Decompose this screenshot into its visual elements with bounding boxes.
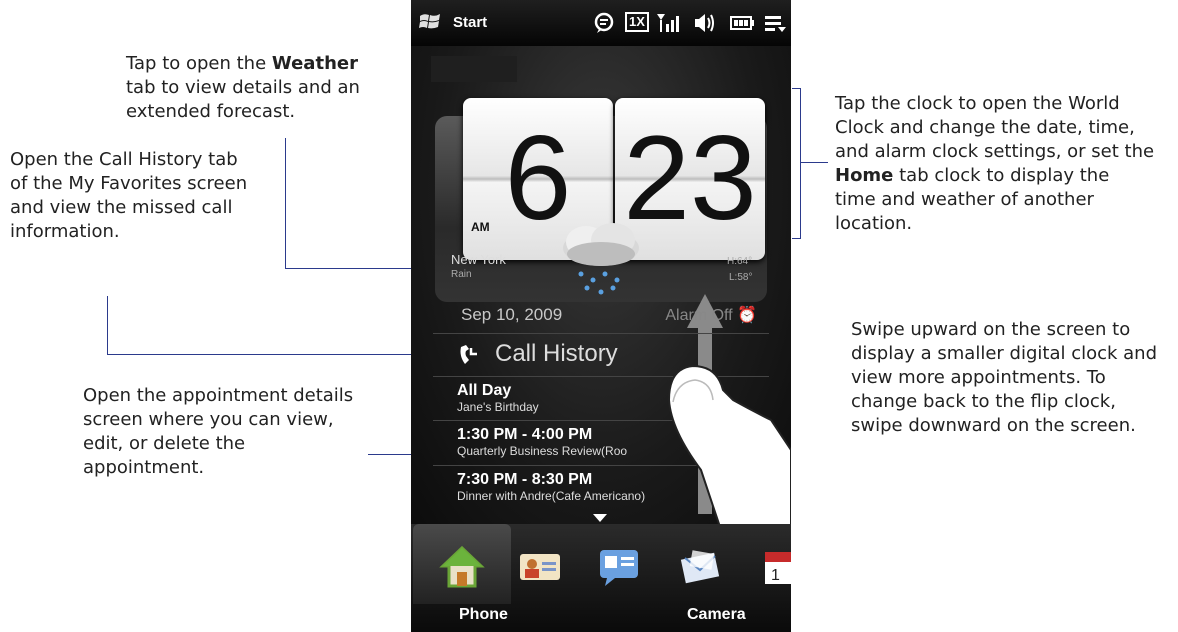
speaker-icon[interactable]: [691, 12, 715, 34]
people-icon[interactable]: [517, 544, 563, 590]
weather-high: H:64°: [727, 256, 753, 267]
network-1x-icon: 1X: [625, 12, 649, 32]
clock-bracket-bottom: [792, 238, 801, 239]
appointment-item[interactable]: 7:30 PM - 8:30 PM Dinner with Andre(Cafe…: [457, 471, 645, 503]
weather-callout: Tap to open the Weather tab to view deta…: [126, 52, 388, 124]
weather-callout-post: tab to view details and an extended fore…: [126, 77, 360, 122]
svg-text:1: 1: [771, 567, 780, 584]
menu-icon[interactable]: [763, 12, 787, 34]
messages-icon[interactable]: [597, 544, 643, 590]
clock-leader-h: [800, 162, 828, 163]
appointment-time: 1:30 PM - 4:00 PM: [457, 426, 593, 443]
alarm-clock-icon: ⏰: [737, 307, 757, 324]
softkey-camera[interactable]: Camera: [687, 606, 746, 624]
status-bar: Start 1X: [411, 0, 791, 46]
weather-leader-v: [285, 138, 286, 268]
windows-flag-icon[interactable]: [419, 12, 441, 32]
appointment-time: 7:30 PM - 8:30 PM: [457, 471, 593, 488]
clock-ampm: AM: [471, 220, 490, 234]
clock-bracket-top: [792, 88, 801, 89]
appointment-time: All Day: [457, 382, 512, 399]
appointment-title: Dinner with Andre(Cafe Americano): [457, 489, 646, 503]
callhistory-leader-v: [107, 296, 108, 354]
weather-callout-bold: Weather: [271, 53, 358, 74]
finger-gesture-illustration: [667, 364, 791, 530]
appointment-item[interactable]: All Day Jane's Birthday: [457, 382, 539, 414]
appointment-title: Quarterly Business Review(Roo: [457, 444, 628, 458]
tab-bar: 1 Phone Camera: [411, 524, 791, 632]
softkey-phone[interactable]: Phone: [459, 606, 508, 624]
message-icon[interactable]: [593, 12, 615, 34]
clock-callout-bold: Home: [835, 165, 894, 186]
calendar-icon[interactable]: 1: [761, 544, 791, 590]
signal-icon[interactable]: [655, 12, 679, 34]
call-history-callout: Open the Call History tab of the My Favo…: [10, 149, 248, 242]
start-label[interactable]: Start: [453, 14, 487, 31]
callhistory-leader-h: [107, 354, 437, 355]
clock-bracket-v: [800, 88, 801, 238]
swipe-callout: Swipe upward on the screen to display a …: [851, 319, 1158, 436]
appointment-callout: Open the appointment details screen wher…: [83, 385, 354, 478]
divider-1: [433, 333, 769, 334]
appointment-title: Jane's Birthday: [457, 400, 539, 414]
call-history-label[interactable]: Call History: [495, 340, 618, 368]
weather-low: L:58°: [729, 272, 753, 283]
weather-callout-pre: Tap to open the: [126, 53, 272, 74]
clock-callout-pre: Tap the clock to open the World Clock an…: [835, 93, 1155, 162]
appointment-item[interactable]: 1:30 PM - 4:00 PM Quarterly Business Rev…: [457, 426, 627, 458]
header-placeholder: [431, 56, 517, 82]
weather-city[interactable]: New York: [451, 252, 506, 267]
date-label[interactable]: Sep 10, 2009: [461, 305, 562, 325]
alarm-status[interactable]: Alarm Off ⏰: [665, 305, 757, 325]
rain-cloud-icon[interactable]: [551, 218, 651, 298]
weather-condition: Rain: [451, 269, 472, 280]
alarm-label: Alarm Off: [665, 307, 733, 324]
clock-callout: Tap the clock to open the World Clock an…: [835, 92, 1155, 236]
home-icon[interactable]: [439, 544, 485, 590]
phone-screen: Start 1X 6 AM 23 New York Rain H:64° L:5…: [411, 0, 791, 632]
mail-icon[interactable]: [677, 544, 723, 590]
call-history-icon[interactable]: [457, 344, 479, 368]
scroll-more-arrow[interactable]: [593, 514, 607, 522]
battery-icon[interactable]: [729, 12, 755, 34]
